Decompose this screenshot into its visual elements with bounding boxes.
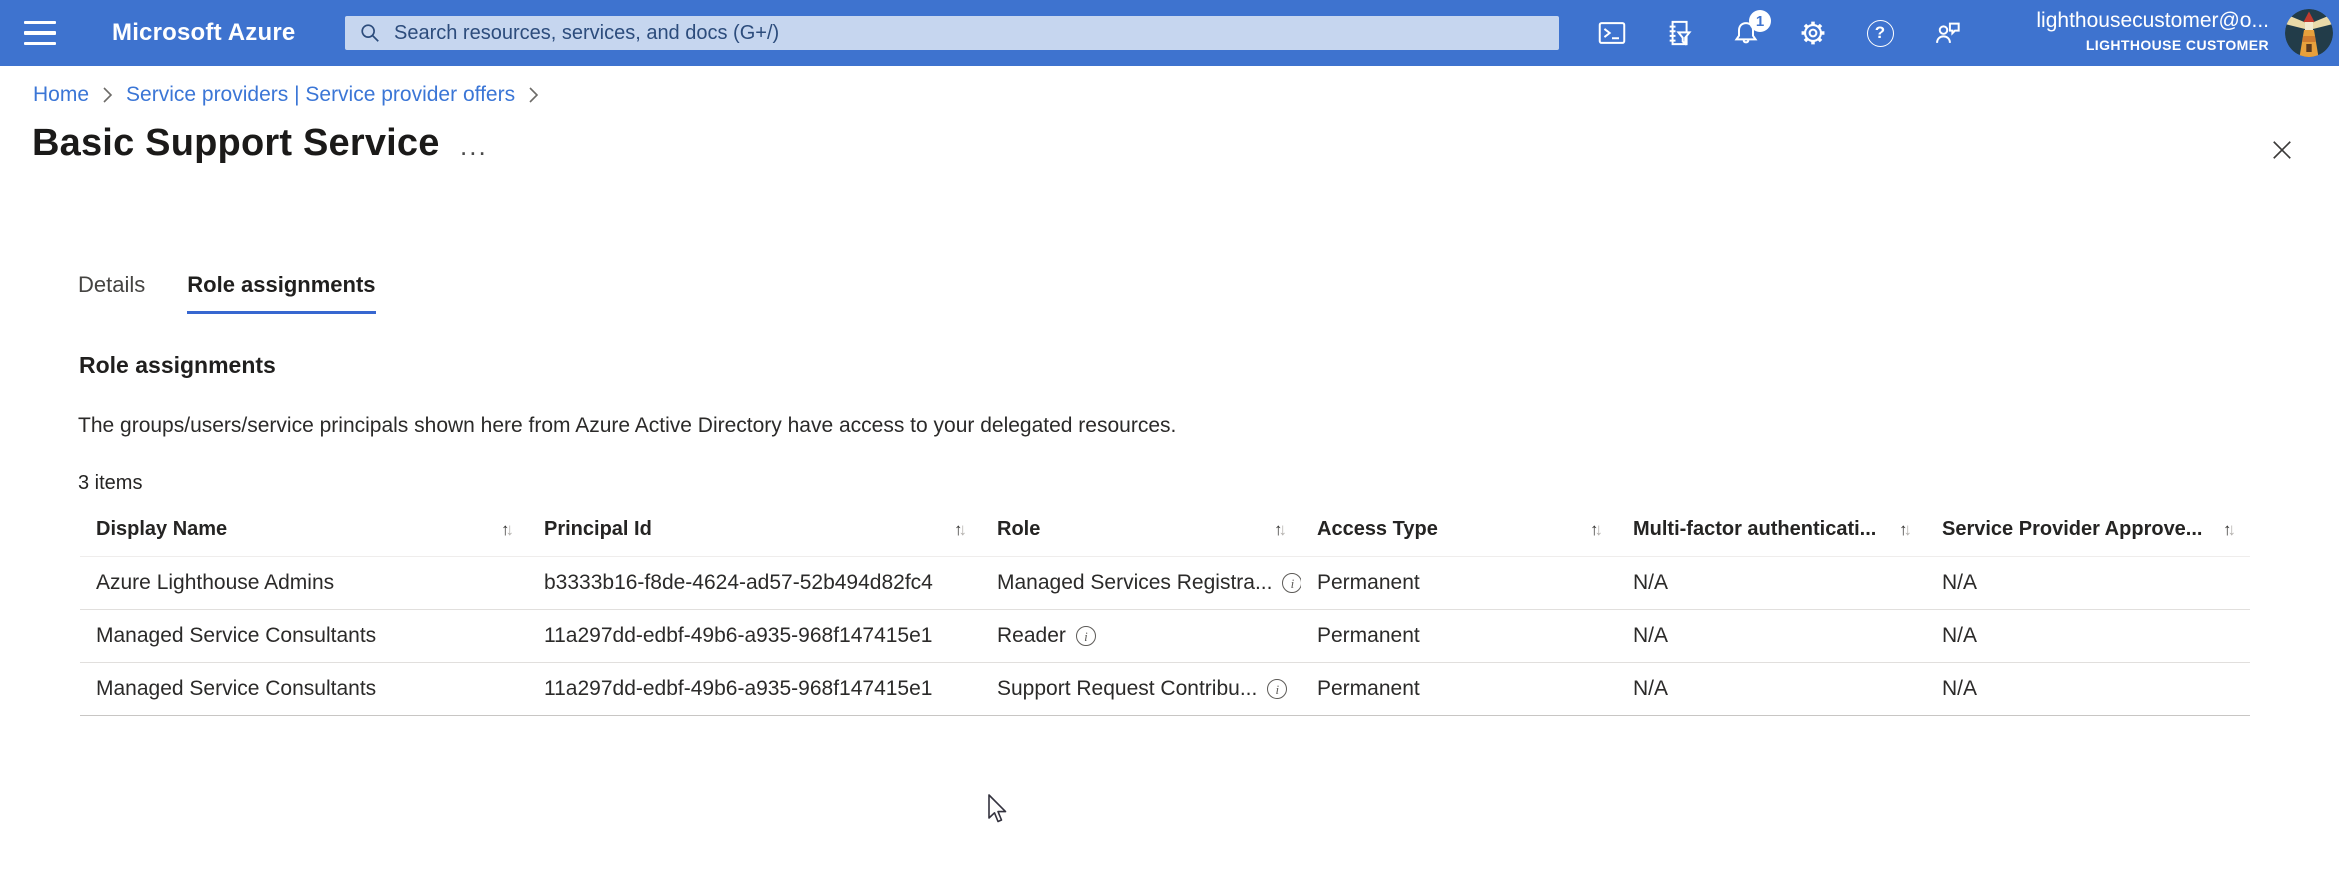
cell-principal-id: 11a297dd-edbf-49b6-a935-968f147415e1 (544, 677, 933, 700)
lighthouse-avatar-icon (2285, 9, 2333, 57)
mouse-cursor-icon (986, 793, 1012, 830)
cell-mfa: N/A (1633, 624, 1669, 647)
cell-service-provider-approval: N/A (1942, 624, 1978, 647)
column-header-service-provider-approval[interactable]: Service Provider Approve... ↑↓ (1926, 518, 2250, 541)
cell-principal-id: 11a297dd-edbf-49b6-a935-968f147415e1 (544, 624, 933, 647)
sort-arrows-icon: ↑↓ (1590, 519, 1603, 539)
role-assignments-table: Display Name ↑↓ Principal Id ↑↓ Role ↑↓ … (80, 503, 2250, 716)
search-icon (361, 24, 379, 42)
account-email: lighthousecustomer@o... (2036, 9, 2269, 32)
column-header-principal-id[interactable]: Principal Id ↑↓ (528, 518, 981, 541)
table-header-row: Display Name ↑↓ Principal Id ↑↓ Role ↑↓ … (80, 503, 2250, 557)
sort-arrows-icon: ↑↓ (1899, 519, 1912, 539)
page-title: Basic Support Service (32, 122, 440, 164)
avatar[interactable] (2285, 9, 2333, 57)
breadcrumb: Home Service providers | Service provide… (33, 83, 539, 107)
topbar-icon-group: 1 ? (1598, 0, 1961, 66)
cell-principal-id: b3333b16-f8de-4624-ad57-52b494d82fc4 (544, 571, 933, 594)
directory-filter-icon[interactable] (1665, 19, 1693, 47)
pivot-tabs: Details Role assignments (78, 272, 376, 314)
column-header-role[interactable]: Role ↑↓ (981, 518, 1301, 541)
cell-access-type: Permanent (1317, 624, 1420, 647)
sort-arrows-icon: ↑↓ (1274, 519, 1287, 539)
close-icon[interactable] (2266, 134, 2298, 166)
cell-role: Support Request Contribu... i (981, 677, 1301, 701)
settings-gear-icon[interactable] (1799, 19, 1827, 47)
more-options-icon[interactable]: ... (460, 131, 488, 162)
cell-display-name: Azure Lighthouse Admins (96, 571, 335, 594)
cell-access-type: Permanent (1317, 677, 1420, 700)
global-search-box[interactable] (345, 16, 1559, 50)
cell-service-provider-approval: N/A (1942, 571, 1978, 594)
sort-arrows-icon: ↑↓ (2223, 519, 2236, 539)
column-header-access-type[interactable]: Access Type ↑↓ (1301, 518, 1617, 541)
section-description: The groups/users/service principals show… (78, 414, 1177, 437)
info-icon[interactable]: i (1075, 626, 1096, 646)
table-row[interactable]: Managed Service Consultants 11a297dd-edb… (80, 610, 2250, 663)
column-header-display-name[interactable]: Display Name ↑↓ (80, 518, 528, 541)
table-row[interactable]: Managed Service Consultants 11a297dd-edb… (80, 663, 2250, 716)
cell-mfa: N/A (1633, 677, 1669, 700)
table-row[interactable]: Azure Lighthouse Admins b3333b16-f8de-46… (80, 557, 2250, 610)
breadcrumb-link-service-providers[interactable]: Service providers | Service provider off… (126, 83, 515, 107)
notification-count-badge: 1 (1749, 10, 1771, 32)
cell-role: Reader i (981, 624, 1301, 648)
cell-service-provider-approval: N/A (1942, 677, 1978, 700)
notifications-bell-icon[interactable]: 1 (1732, 10, 1771, 47)
tab-details[interactable]: Details (78, 272, 145, 314)
hamburger-menu-icon[interactable] (24, 21, 56, 45)
feedback-icon[interactable] (1933, 19, 1961, 47)
cloud-shell-icon[interactable] (1598, 19, 1626, 47)
breadcrumb-link-home[interactable]: Home (33, 83, 89, 107)
info-icon[interactable]: i (1282, 573, 1301, 593)
cell-mfa: N/A (1633, 571, 1669, 594)
search-input[interactable] (394, 21, 1545, 45)
azure-brand-logo[interactable]: Microsoft Azure (112, 0, 295, 66)
top-navigation-bar: Microsoft Azure 1 ? lighthousecustomer@o… (0, 0, 2339, 66)
cell-role: Managed Services Registra... i (981, 571, 1301, 595)
chevron-right-icon (528, 86, 539, 104)
account-tenant: LIGHTHOUSE CUSTOMER (2085, 37, 2269, 53)
help-icon[interactable]: ? (1866, 19, 1894, 47)
sort-arrows-icon: ↑↓ (954, 519, 967, 539)
section-heading: Role assignments (79, 352, 276, 378)
cell-access-type: Permanent (1317, 571, 1420, 594)
info-icon[interactable]: i (1267, 679, 1288, 699)
chevron-right-icon (102, 86, 113, 104)
column-header-mfa[interactable]: Multi-factor authenticati... ↑↓ (1617, 518, 1926, 541)
cell-display-name: Managed Service Consultants (96, 677, 377, 700)
sort-arrows-icon: ↑↓ (501, 519, 514, 539)
cell-display-name: Managed Service Consultants (96, 624, 377, 647)
account-menu[interactable]: lighthousecustomer@o... LIGHTHOUSE CUSTO… (2036, 9, 2269, 53)
tab-role-assignments[interactable]: Role assignments (187, 272, 376, 314)
items-count: 3 items (78, 472, 143, 494)
